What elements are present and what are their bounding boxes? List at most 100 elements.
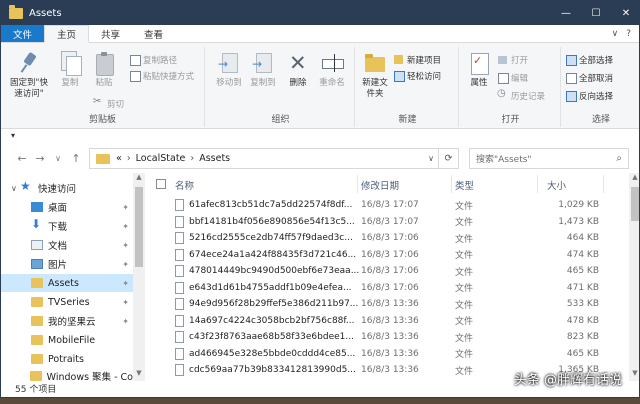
search-input[interactable]: 搜索"Assets" ⌕	[469, 148, 629, 169]
properties-button[interactable]: 属性	[465, 51, 493, 89]
copy-button[interactable]: 复制	[55, 51, 85, 89]
collapse-ribbon-icon[interactable]: ∨	[612, 29, 619, 39]
table-row[interactable]: bbf14181b4f056e890856e54f13c5... 16/8/3 1…	[151, 214, 629, 231]
table-row[interactable]: ad466945e328e5bbde0cddd4ce85... 16/8/3 13…	[151, 346, 629, 363]
file-type: 文件	[455, 366, 474, 377]
table-row[interactable]: 5216cd2555ce2db74ff57f9daed3c... 16/8/3 1…	[151, 230, 629, 247]
select-none-button[interactable]: 全部取消	[565, 71, 613, 84]
clipboard-icon	[92, 51, 116, 76]
nav-quick-access[interactable]: ∨ 快速访问	[1, 179, 133, 197]
column-divider[interactable]	[357, 175, 358, 193]
file-icon	[175, 265, 184, 277]
file-icon	[175, 364, 184, 376]
breadcrumb-assets[interactable]: Assets	[199, 153, 230, 164]
table-row[interactable]: e643d1d61b4755addf1b09e4efea... 16/8/3 17…	[151, 280, 629, 297]
refresh-icon[interactable]: ⟳	[438, 149, 458, 168]
tab-share[interactable]: 共享	[89, 25, 132, 42]
paste-shortcut-button[interactable]: 粘贴快捷方式	[129, 69, 194, 82]
maximize-button[interactable]: ☐	[581, 1, 611, 25]
folder-icon	[31, 316, 43, 326]
quick-access-toolbar: ▾	[1, 129, 639, 143]
column-header-date[interactable]: 修改日期	[361, 178, 399, 192]
nav-scrollbar[interactable]: ▲ ▼	[133, 173, 145, 381]
table-row[interactable]: 674ece24a1a424f88435f3d721c46... 16/8/3 1…	[151, 247, 629, 264]
file-name: c43f23f8763aae68b58f33e6bdee1...	[189, 332, 354, 343]
back-arrow-icon[interactable]: ←	[13, 149, 31, 167]
pin-quick-access-button[interactable]: 固定到"快速访问"	[7, 51, 51, 100]
nav-item-tvseries[interactable]: TVSeries ✦	[1, 293, 133, 311]
scroll-up-icon[interactable]: ▲	[133, 173, 145, 185]
new-folder-button[interactable]: 新建文件夹	[359, 51, 391, 100]
scroll-thumb[interactable]	[135, 187, 143, 267]
qat-dropdown-icon[interactable]: ▾	[11, 131, 15, 140]
column-divider[interactable]	[451, 175, 452, 193]
scroll-up-icon[interactable]: ▲	[629, 173, 639, 185]
close-button[interactable]: ✕	[611, 1, 639, 25]
recent-locations-icon[interactable]: ∨	[49, 149, 67, 167]
edit-button[interactable]: 编辑	[497, 71, 528, 84]
new-folder-icon	[363, 51, 387, 75]
nav-item-nutstore[interactable]: 我的坚果云 ✦	[1, 312, 133, 330]
paste-label: 粘贴	[95, 78, 113, 88]
column-header-type[interactable]: 类型	[455, 178, 474, 192]
cut-button[interactable]: 剪切	[93, 96, 124, 110]
table-row[interactable]: c43f23f8763aae68b58f33e6bdee1... 16/8/3 1…	[151, 329, 629, 346]
easy-access-button[interactable]: 轻松访问	[393, 69, 441, 82]
easy-access-icon	[393, 70, 405, 82]
clipboard-group-label: 剪贴板	[88, 115, 116, 125]
breadcrumb-overflow[interactable]: «	[116, 153, 122, 164]
nav-item-assets[interactable]: Assets ✦	[1, 274, 133, 292]
file-name: 14a697c4224c3058bcb2bf756c88f...	[189, 315, 355, 326]
tab-file[interactable]: 文件	[1, 25, 45, 42]
scroll-down-icon[interactable]: ▼	[629, 369, 639, 381]
copy-to-button[interactable]: 复制到	[247, 51, 279, 89]
column-header-size[interactable]: 大小	[547, 178, 566, 192]
new-item-button[interactable]: 新建项目	[393, 53, 441, 66]
window-controls: — ☐ ✕	[551, 1, 639, 25]
select-all-button[interactable]: 全部选择	[565, 53, 613, 66]
address-bar[interactable]: « › LocalState › Assets ∨ ⟳	[89, 148, 459, 169]
table-row[interactable]: 14a697c4224c3058bcb2bf756c88f... 16/8/3 1…	[151, 313, 629, 330]
paste-button[interactable]: 粘贴	[89, 51, 119, 89]
file-list-scrollbar[interactable]: ▲ ▼	[629, 173, 639, 381]
scroll-thumb[interactable]	[631, 187, 639, 221]
open-button[interactable]: 打开	[497, 53, 528, 66]
watermark: 头条 @胖辉有话说	[513, 373, 622, 388]
table-row[interactable]: 478014449bc9490d500ebf6e73eaa... 16/8/3 1…	[151, 263, 629, 280]
column-divider[interactable]	[537, 175, 538, 193]
copy-path-button[interactable]: 复制路径	[129, 53, 177, 66]
nav-item-desktop[interactable]: 桌面 ✦	[1, 198, 133, 216]
move-to-button[interactable]: 移动到	[213, 51, 245, 89]
nav-item-documents[interactable]: 文档 ✦	[1, 236, 133, 254]
up-arrow-icon[interactable]: ↑	[67, 149, 85, 167]
address-dropdown-icon[interactable]: ∨	[424, 154, 438, 163]
move-to-icon	[217, 51, 241, 75]
file-icon	[175, 281, 184, 294]
scroll-down-icon[interactable]: ▼	[133, 369, 145, 381]
help-icon[interactable]: ?	[626, 29, 631, 39]
column-divider[interactable]	[603, 175, 604, 193]
forward-arrow-icon[interactable]: →	[31, 149, 49, 167]
edit-icon	[497, 72, 509, 84]
select-all-checkbox[interactable]	[156, 179, 166, 189]
nav-item-downloads[interactable]: 下载 ✦	[1, 217, 133, 235]
nav-item-pictures[interactable]: 图片 ✦	[1, 255, 133, 273]
new-folder-label: 新建文件夹	[362, 78, 388, 99]
table-row[interactable]: 61afec813cb51dc7a5dd22574f8df... 16/8/3 1…	[151, 197, 629, 214]
invert-selection-button[interactable]: 反向选择	[565, 89, 613, 102]
history-button[interactable]: 历史记录	[497, 88, 545, 102]
nav-item-mobilefile[interactable]: MobileFile	[1, 331, 133, 349]
tab-home[interactable]: 主页	[44, 25, 90, 43]
tab-view[interactable]: 查看	[132, 25, 175, 42]
file-icon	[175, 248, 184, 261]
select-group-label: 选择	[591, 115, 610, 125]
navigation-pane: ∨ 快速访问 桌面 ✦ 下载 ✦ 文档 ✦ 图片 ✦	[1, 173, 145, 383]
nav-item-potraits[interactable]: Potraits	[1, 350, 133, 368]
table-row[interactable]: 94e9d956f28b29ffef5e386d211b97... 16/8/3 …	[151, 296, 629, 313]
column-header-name[interactable]: 名称	[175, 178, 194, 192]
breadcrumb-localstate[interactable]: LocalState	[136, 153, 186, 164]
minimize-button[interactable]: —	[551, 1, 581, 25]
copy-path-icon	[129, 54, 141, 66]
rename-button[interactable]: 重命名	[315, 51, 349, 89]
delete-button[interactable]: 删除	[285, 51, 311, 89]
